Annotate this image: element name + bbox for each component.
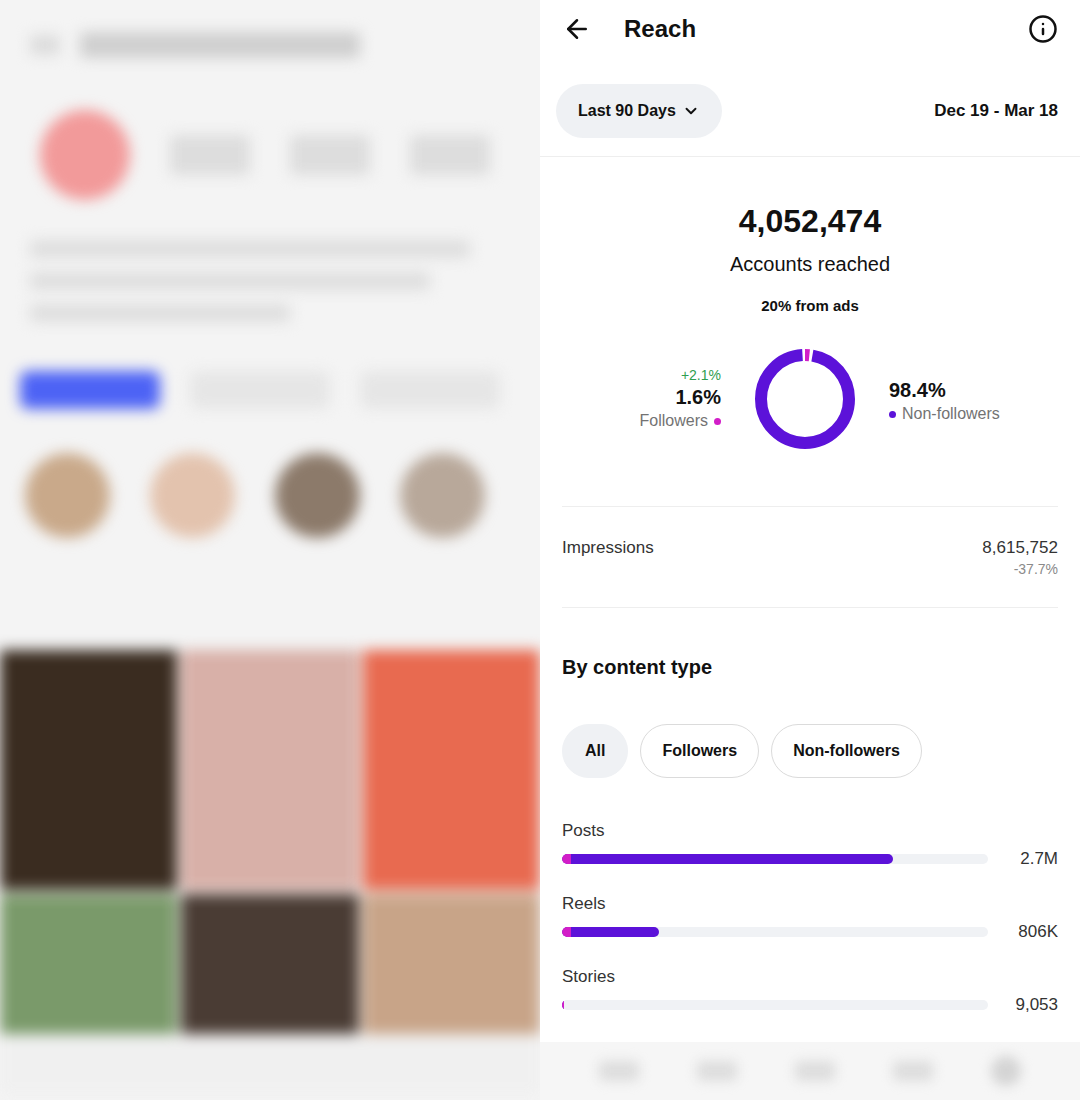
- date-range-dropdown[interactable]: Last 90 Days: [556, 84, 722, 138]
- impressions-change: -37.7%: [1014, 559, 1058, 579]
- impressions-row: Impressions 8,615,752-37.7%: [562, 507, 1058, 608]
- content-type-value: 9,053: [1000, 994, 1058, 1016]
- accounts-reached-label: Accounts reached: [730, 250, 890, 278]
- content-filter-chip[interactable]: Followers: [640, 724, 759, 778]
- followers-dot: [714, 418, 721, 425]
- followers-arc: [761, 355, 849, 443]
- content-type-row: Posts 2.7M: [562, 820, 1058, 871]
- content-type-row: Reels 806K: [562, 893, 1058, 944]
- followers-label: Followers: [640, 410, 708, 432]
- reach-bar-followers-fill: [562, 927, 571, 937]
- content-filter-chip[interactable]: Non-followers: [771, 724, 922, 778]
- info-icon[interactable]: [1028, 14, 1058, 44]
- content-type-section: By content type AllFollowersNon-followers…: [540, 608, 1080, 1017]
- non-followers-label: Non-followers: [902, 403, 1000, 425]
- blurred-bottom-nav: [540, 1042, 1080, 1100]
- followers-percent: 1.6%: [675, 384, 721, 410]
- content-type-label: Posts: [562, 820, 1058, 842]
- reach-bar-track: [562, 854, 988, 864]
- audience-donut-chart: [753, 347, 857, 451]
- followers-change: +2.1%: [681, 366, 721, 384]
- non-followers-arc: [761, 355, 849, 443]
- chevron-down-icon: [682, 102, 700, 120]
- reach-bar-followers-fill: [562, 1000, 564, 1010]
- content-type-label: Stories: [562, 966, 1058, 988]
- content-filter-chip[interactable]: All: [562, 724, 628, 778]
- summary: 4,052,474 Accounts reached 20% from ads +2.…: [562, 157, 1058, 507]
- impressions-label: Impressions: [562, 537, 654, 559]
- content-type-label: Reels: [562, 893, 1058, 915]
- reach-bar-fill: [562, 927, 659, 937]
- blurred-profile-background: [0, 0, 540, 1100]
- content-type-value: 806K: [1000, 921, 1058, 943]
- back-arrow-icon[interactable]: [562, 14, 592, 44]
- content-type-value: 2.7M: [1000, 848, 1058, 870]
- content-type-title: By content type: [562, 653, 1058, 681]
- reach-bar-track: [562, 927, 988, 937]
- header: Reach: [540, 0, 1080, 58]
- content-type-filters: AllFollowersNon-followers: [562, 724, 1058, 778]
- non-followers-stat: 98.4%Non-followers: [889, 373, 1019, 425]
- followers-stat: +2.1%1.6%Followers: [601, 366, 721, 432]
- non-followers-percent: 98.4%: [889, 377, 946, 403]
- accounts-reached-total: 4,052,474: [739, 201, 881, 241]
- content-type-row: Stories 9,053: [562, 966, 1058, 1017]
- app: Reach Last 90 Days Dec 19 - Mar 18 4,052,47…: [0, 0, 1080, 1100]
- reach-bar-fill: [562, 854, 893, 864]
- page-title: Reach: [624, 14, 696, 44]
- reach-panel: Reach Last 90 Days Dec 19 - Mar 18 4,052,47…: [540, 0, 1080, 1100]
- filter-row: Last 90 Days Dec 19 - Mar 18: [540, 58, 1080, 157]
- non-followers-dot: [889, 411, 896, 418]
- reach-bar-followers-fill: [562, 854, 571, 864]
- date-range: Dec 19 - Mar 18: [934, 98, 1058, 124]
- ads-note: 20% from ads: [761, 296, 859, 316]
- impressions-value: 8,615,752: [982, 537, 1058, 559]
- reach-bar-track: [562, 1000, 988, 1010]
